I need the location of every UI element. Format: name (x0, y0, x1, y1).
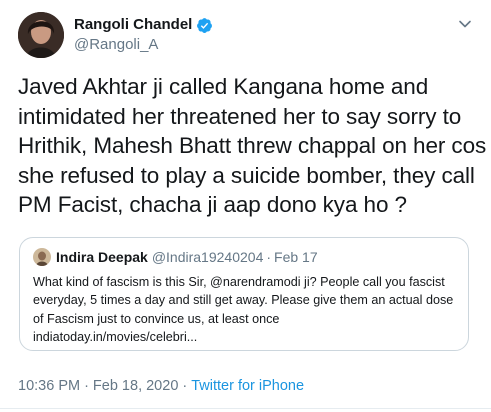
tweet-date[interactable]: Feb 18, 2020 (93, 378, 178, 394)
tweet-header: Rangoli Chandel @Rangoli_A (18, 12, 475, 62)
quoted-author-handle: @Indira19240204 (151, 248, 264, 265)
quoted-tweet-body: What kind of fascism is this Sir, @naren… (33, 274, 454, 326)
author-names: Rangoli Chandel @Rangoli_A (74, 12, 475, 55)
quoted-date: Feb 17 (274, 248, 318, 265)
tweet-text: Javed Akhtar ji called Kangana home and … (18, 74, 487, 217)
quoted-author-avatar (33, 247, 51, 266)
source-link[interactable]: Twitter for iPhone (191, 378, 304, 394)
bottom-divider (0, 408, 491, 409)
quoted-tweet[interactable]: Indira Deepak @Indira19240204 · Feb 17 W… (19, 236, 469, 351)
chevron-down-icon[interactable] (457, 16, 473, 32)
quoted-tweet-header: Indira Deepak @Indira19240204 · Feb 17 (33, 247, 457, 267)
author-avatar[interactable] (18, 12, 64, 58)
tweet-footer: 10:36 PM · Feb 18, 2020 · Twitter for iP… (18, 378, 304, 394)
quoted-tweet-text: What kind of fascism is this Sir, @naren… (33, 273, 457, 347)
tweet-card: Rangoli Chandel @Rangoli_A Javed Akhtar … (0, 0, 491, 412)
author-handle[interactable]: @Rangoli_A (74, 35, 475, 55)
tweet-time[interactable]: 10:36 PM (18, 378, 80, 394)
author-display-name[interactable]: Rangoli Chandel (74, 15, 192, 35)
footer-separator: · (84, 378, 89, 394)
quoted-author-name: Indira Deepak (56, 248, 148, 265)
quoted-separator: · (266, 248, 272, 265)
quoted-tweet-link[interactable]: indiatoday.in/movies/celebri... (33, 330, 197, 344)
display-name-row: Rangoli Chandel (74, 15, 475, 35)
verified-badge-icon (196, 17, 213, 34)
footer-separator-2: · (182, 378, 188, 394)
